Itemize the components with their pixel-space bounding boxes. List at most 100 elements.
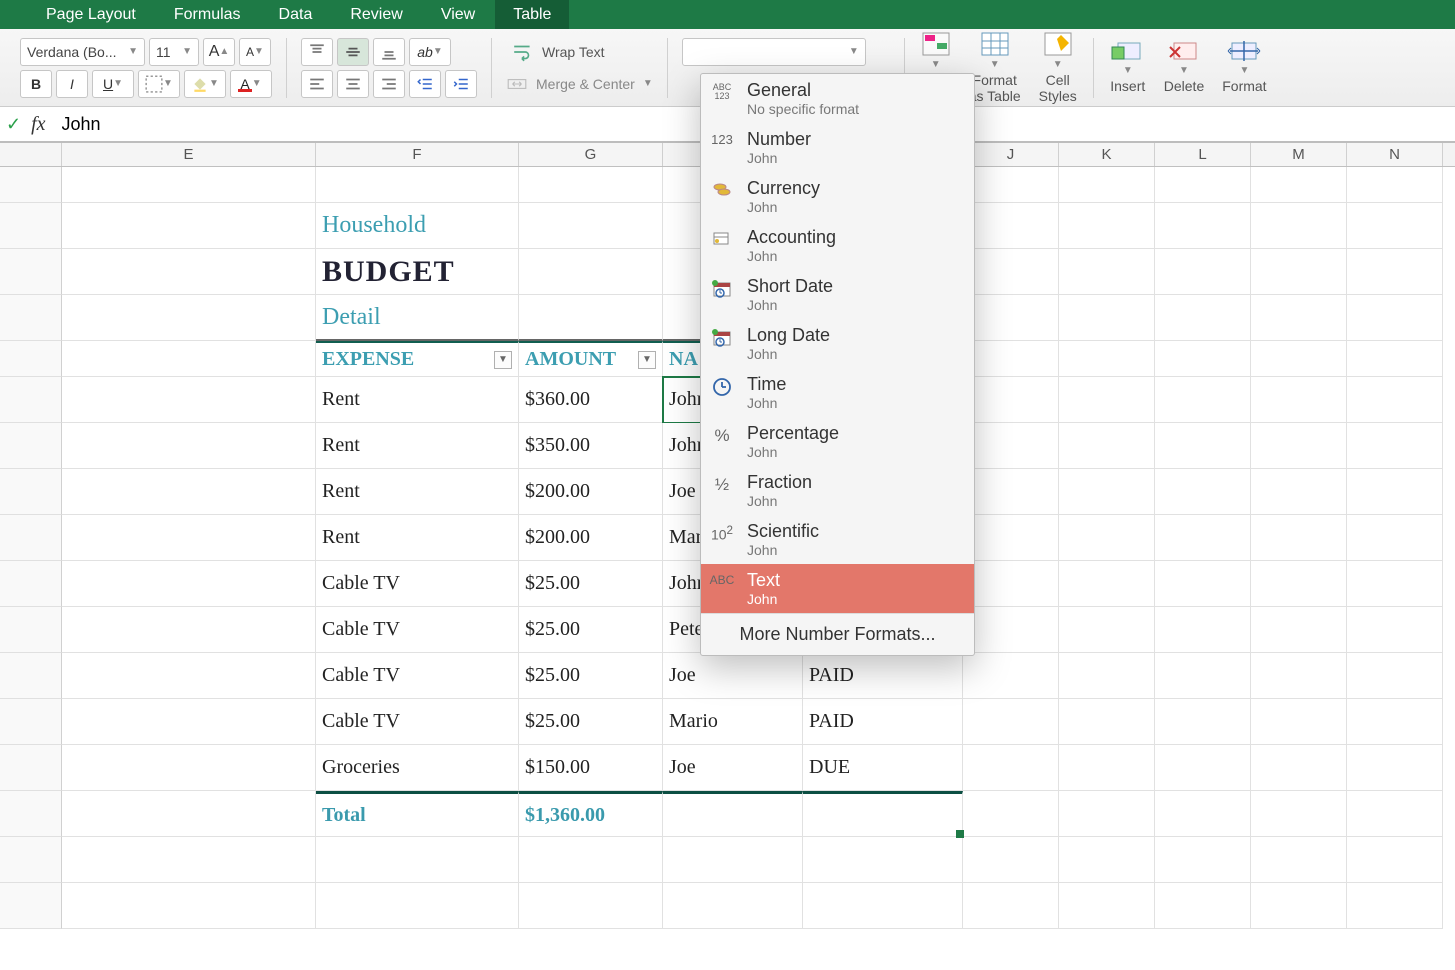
cell[interactable] [62,515,316,561]
cell[interactable] [663,883,803,929]
cell[interactable] [963,607,1059,653]
cell[interactable] [1059,203,1155,249]
cell[interactable] [62,607,316,653]
cell[interactable] [803,883,963,929]
more-number-formats[interactable]: More Number Formats... [701,613,974,655]
row-header[interactable] [0,699,62,745]
cell[interactable] [1251,515,1347,561]
col-header-L[interactable]: L [1155,143,1251,166]
cell-total-amount[interactable]: $1,360.00 [519,791,663,837]
font-size-select[interactable]: 11▼ [149,38,199,66]
cell[interactable] [1155,167,1251,203]
cell[interactable] [963,791,1059,837]
row-header[interactable] [0,377,62,423]
cell[interactable] [62,341,316,377]
cell[interactable] [1347,791,1443,837]
col-header-G[interactable]: G [519,143,663,166]
cell[interactable] [1155,203,1251,249]
cell[interactable] [519,837,663,883]
cell[interactable] [1059,699,1155,745]
cell[interactable] [1155,515,1251,561]
decrease-indent-button[interactable] [409,70,441,98]
cell[interactable] [1347,515,1443,561]
cell[interactable] [1059,423,1155,469]
cell[interactable] [1155,653,1251,699]
cell[interactable] [62,883,316,929]
cell[interactable] [1347,469,1443,515]
col-header-M[interactable]: M [1251,143,1347,166]
cell[interactable] [963,837,1059,883]
cell[interactable] [1251,341,1347,377]
tab-table[interactable]: Table [495,0,569,29]
row-header[interactable] [0,295,62,341]
increase-font-button[interactable]: A▲ [203,38,235,66]
row-header[interactable] [0,423,62,469]
cell-status[interactable]: DUE [803,745,963,791]
cell[interactable] [1251,791,1347,837]
cell[interactable] [1251,295,1347,341]
cell[interactable] [62,249,316,295]
cell-amount[interactable]: $360.00 [519,377,663,423]
cell[interactable] [1251,249,1347,295]
cell[interactable] [1155,791,1251,837]
cell[interactable] [1251,203,1347,249]
cell-amount[interactable]: $25.00 [519,607,663,653]
number-format-general[interactable]: ABC123GeneralNo specific format [701,74,974,123]
cell[interactable] [519,295,663,341]
tab-view[interactable]: View [423,0,493,29]
underline-button[interactable]: U ▼ [92,70,134,98]
delete-button[interactable]: ▼ Delete [1158,37,1210,98]
cell[interactable] [1347,883,1443,929]
cell[interactable] [1347,837,1443,883]
cell-expense[interactable]: Groceries [316,745,519,791]
cell[interactable] [62,561,316,607]
cell[interactable] [963,469,1059,515]
row-header[interactable] [0,561,62,607]
row-header[interactable] [0,469,62,515]
cell[interactable] [1347,423,1443,469]
cell[interactable] [62,377,316,423]
cell[interactable] [1059,341,1155,377]
cell-expense[interactable]: Rent [316,423,519,469]
cell[interactable] [663,791,803,837]
row-header[interactable] [0,837,62,883]
col-header-J[interactable]: J [963,143,1059,166]
cell[interactable] [1347,561,1443,607]
cell[interactable] [62,423,316,469]
tab-review[interactable]: Review [332,0,420,29]
select-all-corner[interactable] [0,143,62,166]
cell-name[interactable]: Joe [663,745,803,791]
cell[interactable] [1251,561,1347,607]
cell[interactable] [963,423,1059,469]
row-header[interactable] [0,167,62,203]
cell[interactable] [963,653,1059,699]
border-button[interactable]: ▼ [138,70,180,98]
cell[interactable] [1155,469,1251,515]
insert-button[interactable]: ▼ Insert [1104,37,1152,98]
tab-data[interactable]: Data [261,0,331,29]
cell[interactable] [62,295,316,341]
orientation-button[interactable]: ab▼ [409,38,451,66]
cell-amount[interactable]: $25.00 [519,561,663,607]
wrap-text-button[interactable]: Wrap Text [506,41,611,63]
cell[interactable] [963,883,1059,929]
number-format-select[interactable]: ▼ [682,38,866,66]
cell[interactable] [963,167,1059,203]
cell-amount[interactable]: $200.00 [519,515,663,561]
cell[interactable] [1059,561,1155,607]
cell[interactable] [1347,745,1443,791]
cell[interactable] [1059,883,1155,929]
format-button[interactable]: ▼ Format [1216,37,1272,98]
cell-household[interactable]: Household [316,203,519,249]
align-left-button[interactable] [301,70,333,98]
row-header[interactable] [0,249,62,295]
header-amount[interactable]: AMOUNT▼ [519,341,663,377]
cell[interactable] [1347,167,1443,203]
cell[interactable] [1155,423,1251,469]
merge-center-button[interactable]: Merge & Center ▼ [506,73,653,95]
col-header-F[interactable]: F [316,143,519,166]
cell-detail[interactable]: Detail [316,295,519,341]
align-middle-button[interactable] [337,38,369,66]
cell[interactable] [1251,423,1347,469]
cell[interactable] [1155,249,1251,295]
